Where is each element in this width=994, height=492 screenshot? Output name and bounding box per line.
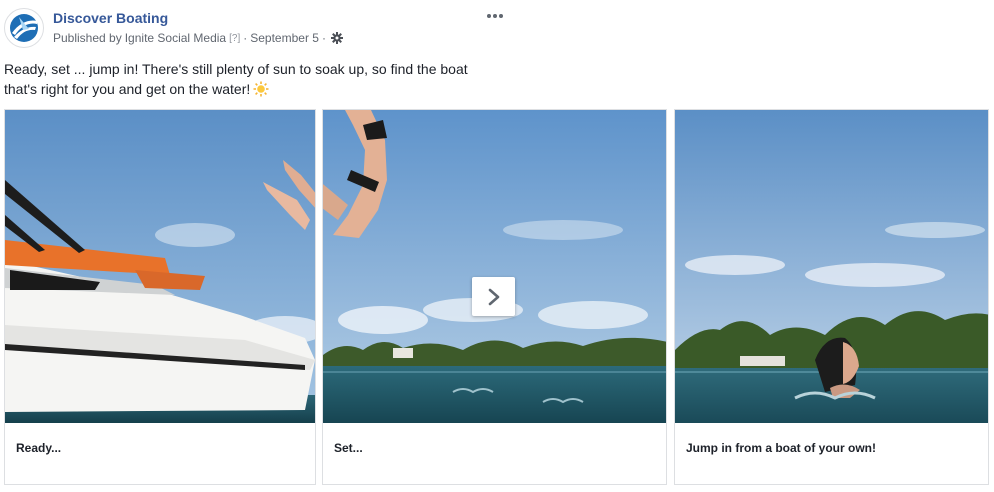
- publisher-link[interactable]: Ignite Social Media: [125, 31, 226, 45]
- separator: ·: [321, 31, 326, 45]
- post-date[interactable]: September 5: [250, 31, 319, 45]
- card-2-caption: Set...: [334, 441, 363, 455]
- post-text-line-1: Ready, set ... jump in! There's still pl…: [4, 61, 468, 77]
- sun-emoji: [253, 81, 269, 97]
- post-text: Ready, set ... jump in! There's still pl…: [4, 59, 504, 99]
- page-name-link[interactable]: Discover Boating: [53, 10, 168, 26]
- post-text-line-2-text: that's right for you and get on the wate…: [4, 81, 251, 97]
- card-3-photo: [675, 110, 988, 423]
- separator: ·: [243, 31, 248, 45]
- post-meta: Published by Ignite Social Media [?] · S…: [53, 31, 343, 45]
- card-3-caption: Jump in from a boat of your own!: [686, 441, 876, 455]
- discover-boating-logo: [10, 14, 38, 42]
- gear-icon[interactable]: [330, 32, 343, 44]
- published-by-label: Published by: [53, 31, 122, 45]
- card-1-photo: [5, 110, 315, 423]
- chevron-right-icon: [488, 288, 499, 305]
- carousel-card-1[interactable]: Ready...: [4, 109, 316, 485]
- carousel-next-button[interactable]: [472, 277, 515, 316]
- post-text-line-2: that's right for you and get on the wate…: [4, 79, 504, 99]
- page-avatar[interactable]: [4, 8, 44, 48]
- help-marker[interactable]: [?]: [229, 33, 240, 44]
- more-options-icon[interactable]: [484, 8, 506, 24]
- card-2-photo: [323, 110, 666, 423]
- carousel-card-3[interactable]: Jump in from a boat of your own!: [674, 109, 989, 485]
- card-1-caption: Ready...: [16, 441, 62, 455]
